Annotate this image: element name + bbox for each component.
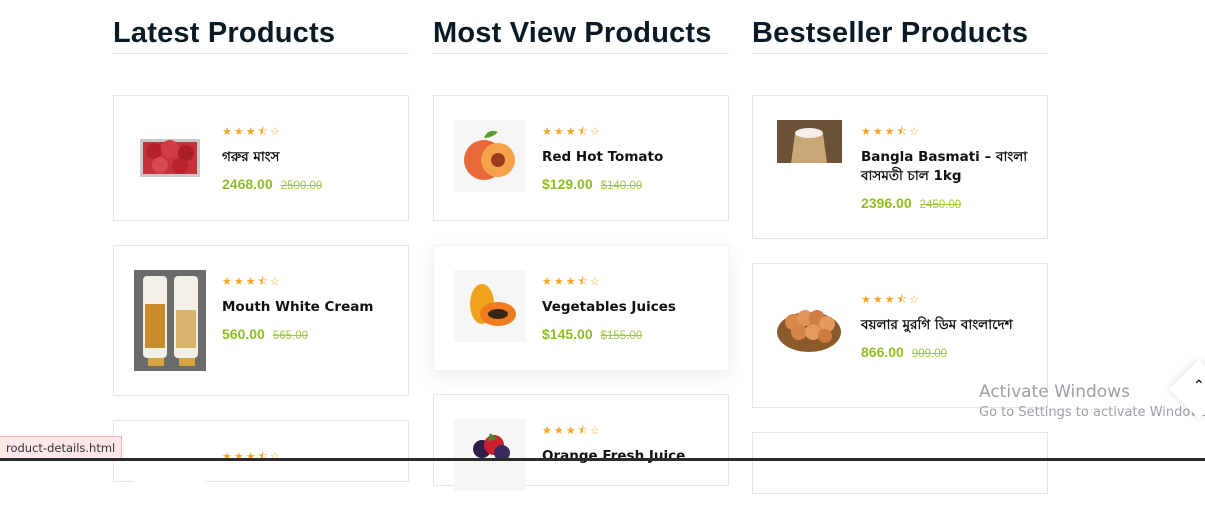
chevron-up-icon: ⌃ [1193,378,1205,395]
star-full-icon: ★ [245,125,256,138]
product-old-price: 909.00 [911,348,948,360]
star-full-icon: ★ [553,424,564,437]
section-title: Latest Products [113,17,336,49]
star-empty-icon: ☆ [270,450,280,463]
status-bar-url: roduct-details.html [0,436,123,460]
product-card[interactable]: ★ ★ ★ ⯪ ☆ Red Hot Tomato $129.00 $140.00 [433,95,729,221]
star-full-icon: ★ [222,275,232,288]
watermark-title: Activate Windows [979,382,1130,402]
rating-stars: ★ ★ ★ ⯪ ☆ [861,294,1033,306]
rice-sack-image[interactable] [777,120,842,163]
star-full-icon: ★ [245,275,256,288]
peach-image[interactable] [454,120,526,192]
eggs-basket-image[interactable] [773,288,845,360]
product-name[interactable]: Red Hot Tomato [542,148,714,167]
star-full-icon: ★ [565,275,576,288]
papaya-image[interactable] [454,270,526,342]
star-full-icon: ★ [884,293,895,306]
product-price: 2396.00 [861,195,912,211]
star-half-icon: ⯪ [896,293,908,306]
star-full-icon: ★ [542,275,552,288]
product-card[interactable]: ★ ★ ★ ⯪ ☆ গরুর মাংস 2468.00 2500.00 [113,95,409,221]
product-card[interactable]: ★ ★ ★ ⯪ ☆ Vegetables Juices $145.00 $155.00 [433,245,729,371]
watermark-subtitle: Go to Settings to activate Windows. [979,405,1205,420]
star-full-icon: ★ [233,450,244,463]
product-old-price: 2500.00 [280,180,323,192]
product-price: 560.00 [222,326,265,342]
rating-stars: ★ ★ ★ ⯪ ☆ [542,425,714,437]
product-old-price: $155.00 [600,330,643,342]
cream-tubes-image[interactable] [134,270,206,371]
star-empty-icon: ☆ [590,125,600,138]
rating-stars: ★ ★ ★ ⯪ ☆ [542,126,714,138]
rating-stars: ★ ★ ★ ⯪ ☆ [222,276,394,288]
product-name[interactable]: Orange Fresh Juice [542,447,714,466]
star-full-icon: ★ [565,424,576,437]
product-name[interactable]: গরুর মাংস [222,148,394,167]
star-full-icon: ★ [222,125,232,138]
star-full-icon: ★ [872,293,883,306]
star-full-icon: ★ [542,424,552,437]
rating-stars: ★ ★ ★ ⯪ ☆ [222,451,394,463]
title-divider [113,53,409,54]
product-card[interactable]: ★ ★ ★ ⯪ ☆ Orange Fresh Juice [433,394,729,491]
product-card[interactable]: ★ ★ ★ ⯪ ☆ Mouth White Cream 560.00 565.00 [113,245,409,396]
star-half-icon: ⯪ [257,450,269,463]
berries-image[interactable] [454,419,526,491]
rating-stars: ★ ★ ★ ⯪ ☆ [222,126,394,138]
product-name[interactable]: Bangla Basmati – বাংলা বাসমতী চাল 1kg [861,148,1033,186]
star-full-icon: ★ [884,125,895,138]
star-half-icon: ⯪ [577,424,589,437]
star-empty-icon: ☆ [590,424,600,437]
rating-stars: ★ ★ ★ ⯪ ☆ [542,276,714,288]
product-name[interactable]: Mouth White Cream [222,298,394,317]
star-full-icon: ★ [542,125,552,138]
star-empty-icon: ☆ [270,275,280,288]
product-name[interactable]: Vegetables Juices [542,298,714,317]
star-full-icon: ★ [233,125,244,138]
product-price: 866.00 [861,344,904,360]
star-full-icon: ★ [861,125,871,138]
star-half-icon: ⯪ [577,125,589,138]
product-card[interactable]: ★ ★ ★ ⯪ ☆ Bangla Basmati – বাংলা বাসমতী চাল … [752,95,1048,239]
star-full-icon: ★ [565,125,576,138]
product-card[interactable]: ★ ★ ★ ⯪ ☆ [113,420,409,517]
product-price: $129.00 [542,176,593,192]
star-full-icon: ★ [553,275,564,288]
star-empty-icon: ☆ [909,125,919,138]
star-half-icon: ⯪ [257,275,269,288]
star-full-icon: ★ [872,125,883,138]
star-half-icon: ⯪ [257,125,269,138]
star-full-icon: ★ [861,293,871,306]
star-half-icon: ⯪ [896,125,908,138]
star-full-icon: ★ [245,450,256,463]
rating-stars: ★ ★ ★ ⯪ ☆ [861,126,1033,138]
product-image[interactable] [134,445,206,517]
title-divider [433,53,729,54]
star-full-icon: ★ [233,275,244,288]
product-old-price: 565.00 [272,330,309,342]
section-title: Most View Products [433,17,712,49]
product-name[interactable]: বয়লার মুরগি ডিম বাংলাদেশ [861,316,1033,335]
product-card[interactable] [752,432,1048,494]
star-half-icon: ⯪ [577,275,589,288]
product-old-price: $140.00 [600,180,643,192]
title-divider [752,53,1048,54]
meat-image[interactable] [134,121,206,193]
product-old-price: 2450.00 [919,199,962,211]
product-price: 2468.00 [222,176,273,192]
star-empty-icon: ☆ [590,275,600,288]
section-title: Bestseller Products [752,17,1029,49]
star-empty-icon: ☆ [270,125,280,138]
star-empty-icon: ☆ [909,293,919,306]
star-full-icon: ★ [553,125,564,138]
star-full-icon: ★ [222,450,232,463]
product-price: $145.00 [542,326,593,342]
